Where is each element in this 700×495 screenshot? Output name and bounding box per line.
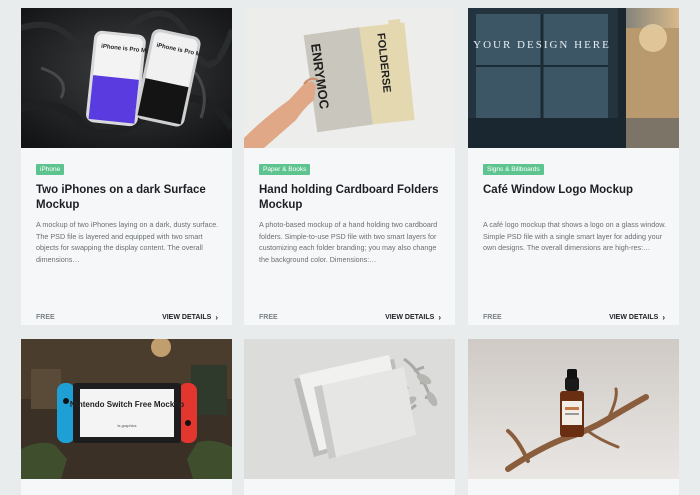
view-details-link[interactable]: VIEW DETAILS › bbox=[162, 313, 218, 322]
mockup-card[interactable] bbox=[468, 339, 679, 495]
chevron-right-icon: › bbox=[438, 313, 441, 322]
price-label: FREE bbox=[259, 314, 278, 321]
card-description: A photo-based mockup of a hand holding t… bbox=[259, 220, 438, 265]
mockup-card[interactable]: ENRYMOC FOLDERSE Paper & Books Hand hold… bbox=[244, 8, 455, 325]
card-image[interactable] bbox=[244, 339, 455, 479]
view-details-label: VIEW DETAILS bbox=[609, 314, 659, 321]
card-title[interactable]: Café Window Logo Mockup bbox=[483, 183, 668, 198]
card-image[interactable]: YOUR DESIGN HERE bbox=[468, 8, 679, 148]
screen-sub-text: ls.graphics bbox=[117, 423, 136, 428]
chevron-right-icon: › bbox=[662, 313, 665, 322]
mockup-card[interactable] bbox=[244, 339, 455, 495]
category-badge[interactable]: iPhone bbox=[36, 164, 65, 175]
card-image[interactable]: iPhone is Pro Mockup iPhone is Pro Mocku… bbox=[21, 8, 232, 148]
mockup-card[interactable]: Nintendo Switch Free Mockup ls.graphics bbox=[21, 339, 232, 495]
price-label: FREE bbox=[483, 314, 502, 321]
window-text: YOUR DESIGN HERE bbox=[473, 39, 611, 51]
category-badge[interactable]: Paper & Books bbox=[259, 164, 311, 175]
chevron-right-icon: › bbox=[215, 313, 218, 322]
card-description: A café logo mockup that shows a logo on … bbox=[483, 220, 666, 253]
card-title[interactable]: Two iPhones on a dark Surface Mockup bbox=[36, 183, 221, 213]
card-title[interactable]: Hand holding Cardboard Folders Mockup bbox=[259, 183, 444, 213]
category-badge[interactable]: Signs & Billboards bbox=[483, 164, 544, 175]
mockup-card[interactable]: iPhone is Pro Mockup iPhone is Pro Mocku… bbox=[21, 8, 232, 325]
view-details-label: VIEW DETAILS bbox=[162, 314, 212, 321]
view-details-label: VIEW DETAILS bbox=[385, 314, 435, 321]
card-image[interactable]: Nintendo Switch Free Mockup ls.graphics bbox=[21, 339, 232, 479]
view-details-link[interactable]: VIEW DETAILS › bbox=[609, 313, 665, 322]
screen-title-text: Nintendo Switch Free Mockup bbox=[70, 400, 184, 409]
card-description: A mockup of two iPhones laying on a dark… bbox=[36, 220, 219, 265]
card-image[interactable] bbox=[468, 339, 679, 479]
view-details-link[interactable]: VIEW DETAILS › bbox=[385, 313, 441, 322]
mockup-card[interactable]: YOUR DESIGN HERE Signs & Billboards Café… bbox=[468, 8, 679, 325]
price-label: FREE bbox=[36, 314, 55, 321]
card-image[interactable]: ENRYMOC FOLDERSE bbox=[244, 8, 455, 148]
